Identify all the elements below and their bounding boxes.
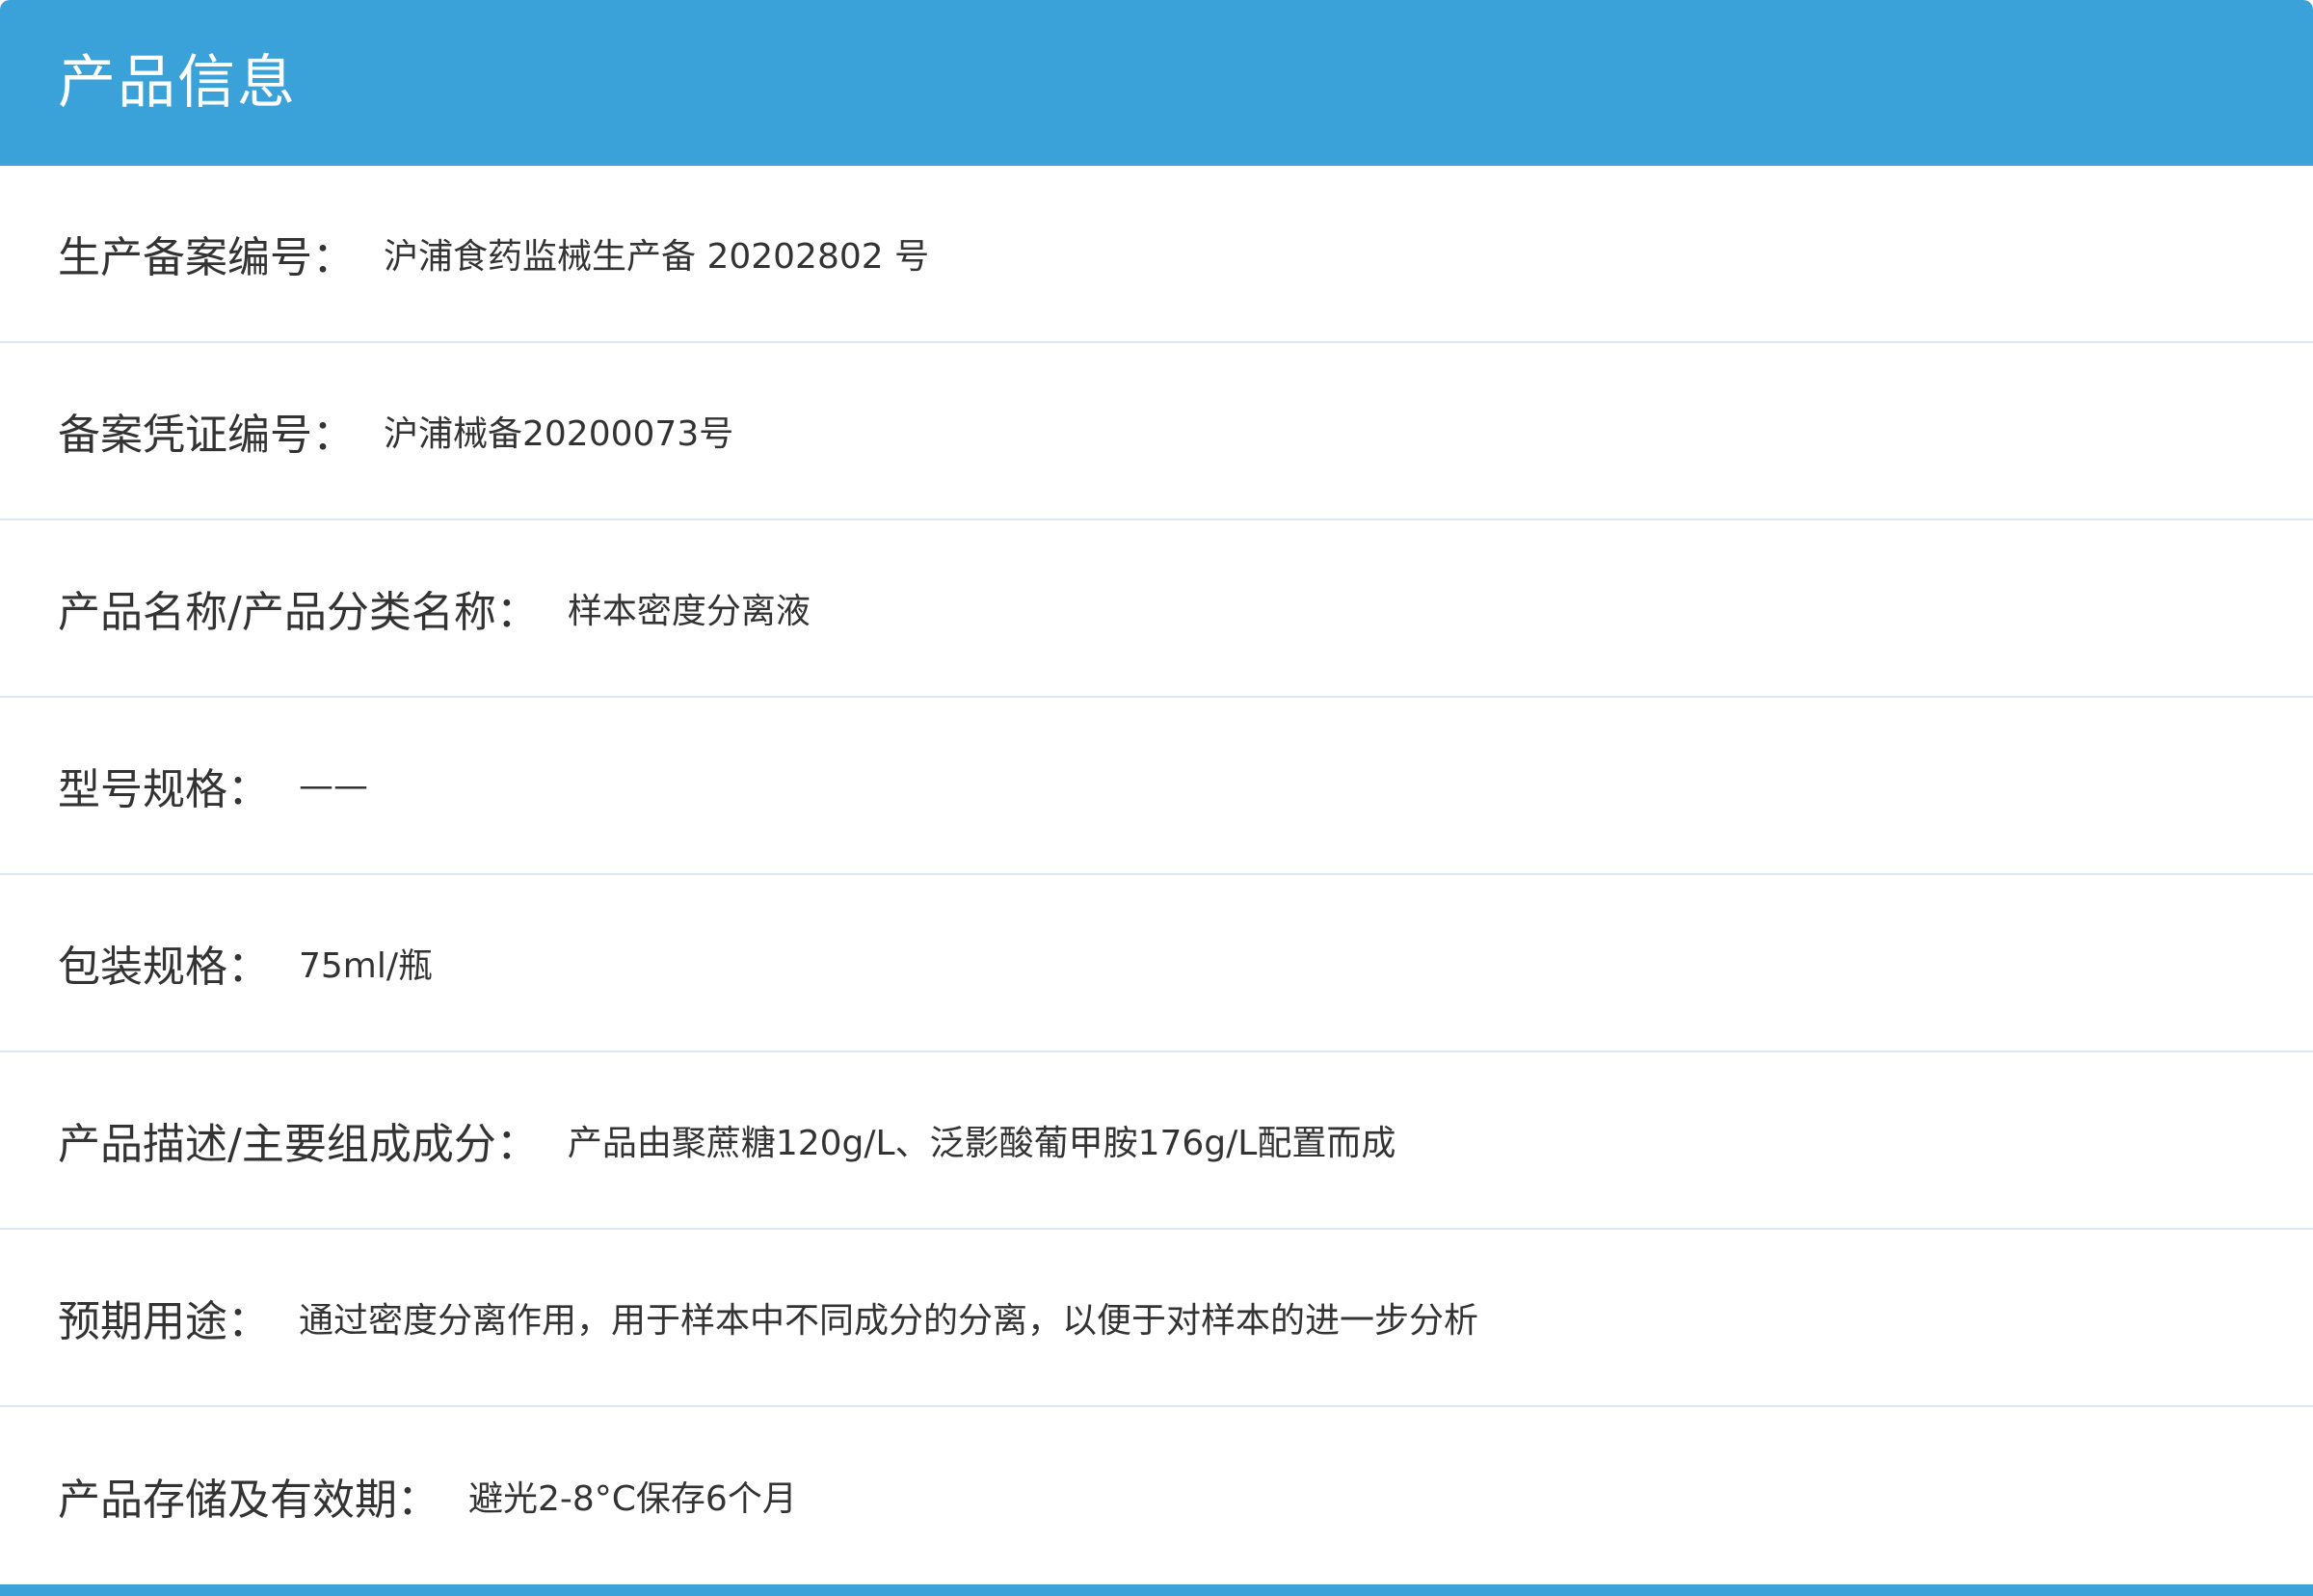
- row-value: 沪浦械备20200073号: [384, 414, 734, 454]
- row-value: 通过密度分离作用，用于样本中不同成分的分离，以便于对样本的进一步分析: [299, 1301, 1479, 1341]
- row-value: 沪浦食药监械生产备 20202802 号: [384, 237, 930, 277]
- row-label: 产品存储及有效期：: [58, 1476, 439, 1525]
- row-value: 避光2-8°C保存6个月: [468, 1479, 797, 1519]
- row-value: 75ml/瓶: [299, 946, 434, 986]
- row-packaging-spec: 包装规格： 75ml/瓶: [0, 875, 2313, 1052]
- panel-bottom-bar: [0, 1584, 2313, 1596]
- row-intended-use: 预期用途： 通过密度分离作用，用于样本中不同成分的分离，以便于对样本的进一步分析: [0, 1230, 2313, 1407]
- row-storage-validity: 产品存储及有效期： 避光2-8°C保存6个月: [0, 1407, 2313, 1584]
- row-label: 产品描述/主要组成成分：: [58, 1120, 539, 1169]
- row-value: 产品由聚蔗糖120g/L、泛影酸葡甲胺176g/L配置而成: [567, 1124, 1396, 1163]
- row-label: 预期用途：: [58, 1297, 270, 1346]
- panel-header: 产品信息: [0, 0, 2313, 166]
- row-product-name: 产品名称/产品分类名称： 样本密度分离液: [0, 520, 2313, 698]
- row-label: 备案凭证编号：: [58, 411, 355, 460]
- panel-title: 产品信息: [58, 49, 297, 117]
- product-info-panel: 产品信息 生产备案编号： 沪浦食药监械生产备 20202802 号 备案凭证编号…: [0, 0, 2313, 1596]
- row-label: 产品名称/产品分类名称：: [58, 588, 539, 637]
- row-label: 型号规格：: [58, 765, 270, 814]
- row-description-composition: 产品描述/主要组成成分： 产品由聚蔗糖120g/L、泛影酸葡甲胺176g/L配置…: [0, 1052, 2313, 1230]
- row-production-record-number: 生产备案编号： 沪浦食药监械生产备 20202802 号: [0, 166, 2313, 343]
- row-value: ——: [299, 765, 368, 806]
- row-value: 样本密度分离液: [567, 592, 811, 631]
- row-label: 生产备案编号：: [58, 233, 355, 282]
- row-record-certificate-number: 备案凭证编号： 沪浦械备20200073号: [0, 343, 2313, 520]
- info-list: 生产备案编号： 沪浦食药监械生产备 20202802 号 备案凭证编号： 沪浦械…: [0, 166, 2313, 1584]
- row-label: 包装规格：: [58, 943, 270, 992]
- row-model-spec: 型号规格： ——: [0, 698, 2313, 875]
